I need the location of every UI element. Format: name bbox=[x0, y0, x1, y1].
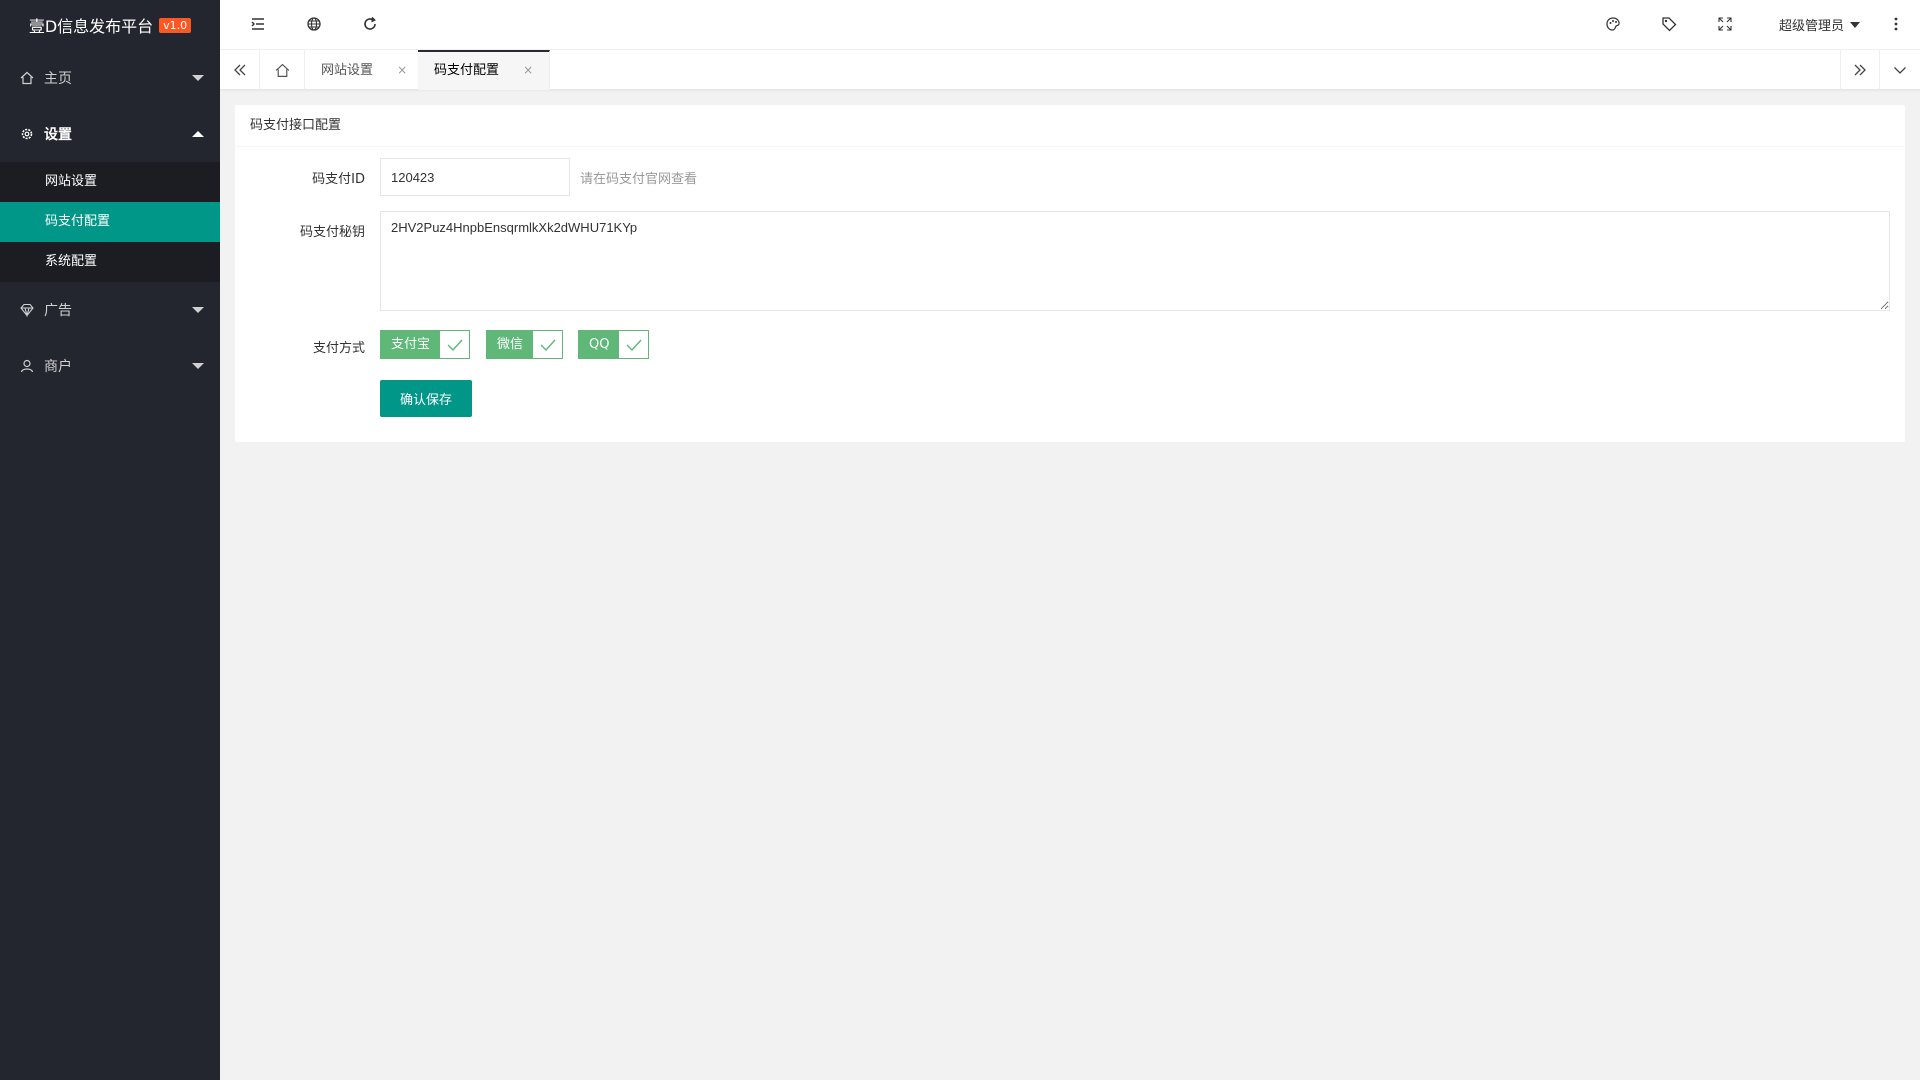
user-name: 超级管理员 bbox=[1778, 19, 1844, 34]
sidebar-item-merchants[interactable]: 商户 bbox=[0, 338, 220, 394]
home-icon bbox=[20, 71, 34, 85]
sidebar-item-label: 商户 bbox=[44, 359, 72, 375]
qq-checkbox[interactable]: QQ bbox=[578, 330, 650, 359]
tab-site-settings[interactable]: 网站设置 × bbox=[305, 50, 425, 90]
globe-icon[interactable] bbox=[304, 14, 324, 34]
tab-label: 码支付配置 bbox=[434, 63, 500, 78]
payment-id-label: 码支付ID bbox=[312, 172, 365, 187]
chevron-down-icon bbox=[192, 75, 204, 81]
caret-down-icon bbox=[1850, 21, 1860, 28]
gear-icon bbox=[20, 127, 34, 141]
sidebar: 壹D信息发布平台 v1.0 主页 设置 网站设置 码支付配置 系统配置 广告 商… bbox=[0, 0, 220, 1080]
sidebar-item-payment-config[interactable]: 码支付配置 bbox=[0, 202, 220, 242]
fullscreen-icon[interactable] bbox=[1715, 14, 1735, 34]
tab-bar: 网站设置 × 码支付配置 × bbox=[220, 50, 1920, 90]
checkbox-label: 微信 bbox=[487, 331, 534, 358]
sidebar-item-ads[interactable]: 广告 bbox=[0, 282, 220, 338]
tabs-scroll-left-icon[interactable] bbox=[220, 50, 260, 90]
theme-palette-icon[interactable] bbox=[1603, 14, 1623, 34]
chevron-up-icon bbox=[192, 131, 204, 137]
top-header: 超级管理员 bbox=[220, 0, 1920, 50]
payment-methods-label: 支付方式 bbox=[312, 341, 365, 356]
sidebar-item-label: 设置 bbox=[44, 127, 72, 143]
payment-secret-textarea[interactable]: 2HV2Puz4HnpbEnsqrmlkXk2dWHU71KYp bbox=[380, 211, 1890, 311]
tag-icon[interactable] bbox=[1659, 14, 1679, 34]
brand-logo[interactable]: 壹D信息发布平台 v1.0 bbox=[0, 0, 220, 50]
menu-toggle-icon[interactable] bbox=[248, 14, 268, 34]
check-icon bbox=[533, 331, 563, 358]
sidebar-item-label: 主页 bbox=[44, 71, 72, 87]
card-title: 码支付接口配置 bbox=[235, 105, 1905, 147]
version-badge: v1.0 bbox=[159, 17, 192, 33]
sidebar-item-site-settings[interactable]: 网站设置 bbox=[0, 162, 220, 202]
sidebar-item-home[interactable]: 主页 bbox=[0, 50, 220, 106]
chevron-down-icon bbox=[192, 363, 204, 369]
refresh-icon[interactable] bbox=[360, 14, 380, 34]
more-vertical-icon[interactable] bbox=[1894, 17, 1898, 35]
chevron-down-icon bbox=[192, 307, 204, 313]
tabs-dropdown-icon[interactable] bbox=[1880, 50, 1920, 90]
settings-submenu: 网站设置 码支付配置 系统配置 bbox=[0, 162, 220, 282]
wechat-checkbox[interactable]: 微信 bbox=[486, 330, 564, 359]
close-icon[interactable]: × bbox=[397, 63, 407, 77]
tabs-scroll-right-icon[interactable] bbox=[1840, 50, 1880, 90]
payment-secret-label: 码支付秘钥 bbox=[299, 225, 365, 240]
payment-config-card: 码支付接口配置 码支付ID 请在码支付官网查看 码支付秘钥 2HV2Puz4Hn… bbox=[235, 105, 1905, 442]
check-icon bbox=[619, 331, 649, 358]
home-tab-icon[interactable] bbox=[260, 50, 305, 90]
payment-id-input[interactable] bbox=[380, 158, 570, 196]
user-icon bbox=[20, 359, 34, 373]
alipay-checkbox[interactable]: 支付宝 bbox=[380, 330, 471, 359]
sidebar-item-system-config[interactable]: 系统配置 bbox=[0, 242, 220, 282]
check-icon bbox=[440, 331, 470, 358]
save-button[interactable]: 确认保存 bbox=[380, 380, 472, 417]
diamond-icon bbox=[20, 303, 34, 317]
tab-label: 网站设置 bbox=[321, 63, 374, 78]
brand-title: 壹D信息发布平台 bbox=[28, 17, 154, 36]
sidebar-item-settings[interactable]: 设置 bbox=[0, 106, 220, 162]
close-icon[interactable]: × bbox=[523, 63, 533, 77]
user-menu[interactable]: 超级管理员 bbox=[1779, 15, 1860, 34]
tab-payment-config[interactable]: 码支付配置 × bbox=[418, 50, 551, 90]
sidebar-item-label: 广告 bbox=[44, 303, 72, 319]
payment-id-hint: 请在码支付官网查看 bbox=[580, 172, 698, 187]
checkbox-label: QQ bbox=[579, 331, 620, 358]
checkbox-label: 支付宝 bbox=[381, 331, 441, 358]
